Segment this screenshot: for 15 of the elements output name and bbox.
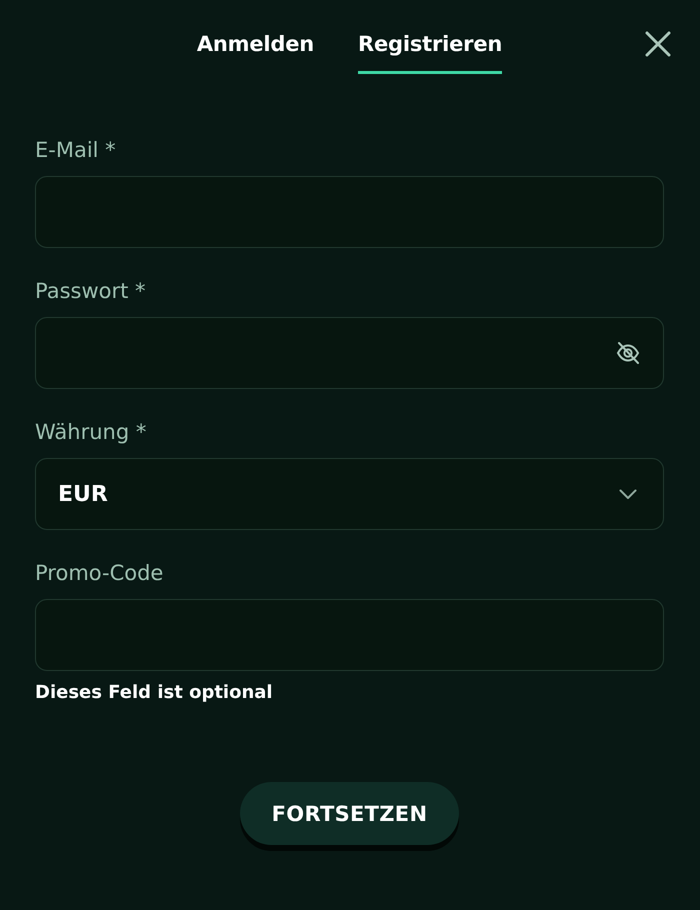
field-label: Passwort *: [35, 278, 147, 304]
currency-select[interactable]: EUR: [35, 458, 664, 530]
continue-button[interactable]: FORTSETZEN: [240, 782, 460, 845]
field-label: Promo-Code: [35, 560, 164, 586]
eye-off-icon[interactable]: [615, 340, 641, 366]
close-icon[interactable]: [645, 31, 671, 57]
password-field[interactable]: [35, 317, 664, 389]
tab[interactable]: Registrieren: [358, 31, 502, 74]
tab[interactable]: Anmelden: [196, 31, 314, 74]
input-field[interactable]: [35, 599, 664, 671]
chevron-down-icon[interactable]: [619, 488, 637, 500]
field-label: Währung *: [35, 419, 148, 445]
field-label: E-Mail *: [35, 137, 117, 163]
input-field[interactable]: [35, 176, 664, 248]
helper-text: Dieses Feld ist optional: [35, 682, 274, 704]
